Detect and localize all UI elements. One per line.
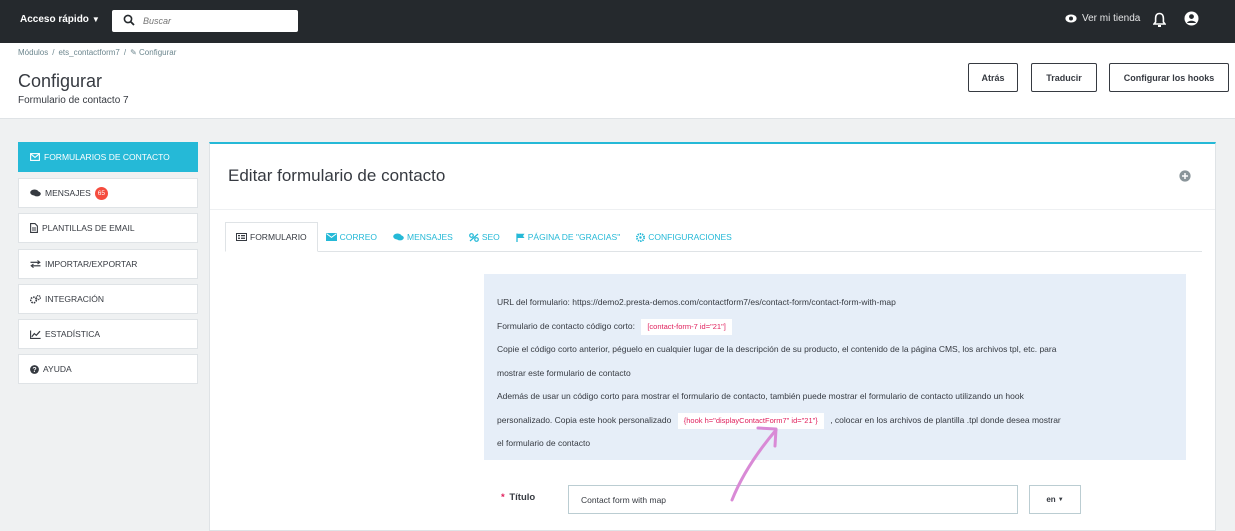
shortcode-value[interactable]: [contact-form-7 id="21"] xyxy=(641,318,732,335)
tab-label: MENSAJES xyxy=(406,232,453,242)
breadcrumb-modules[interactable]: Módulos xyxy=(18,48,48,57)
eye-icon xyxy=(1065,14,1077,23)
language-dropdown[interactable]: en ▼ xyxy=(1029,485,1081,514)
flag-icon xyxy=(516,233,525,242)
hook-text-post: , colocar en los archivos de plantilla .… xyxy=(830,414,1061,425)
breadcrumb-current: ✎ Configurar xyxy=(130,48,176,57)
breadcrumb-separator: / xyxy=(52,48,55,57)
page-header: Módulos / ets_contactform7 / ✎ Configura… xyxy=(0,43,1235,119)
tab-label: PÁGINA DE "GRACIAS" xyxy=(527,232,621,242)
top-bar: Acceso rápido▼ Ver mi tienda xyxy=(0,0,1235,43)
tab-label: CORREO xyxy=(339,232,377,242)
envelope-icon xyxy=(30,153,40,161)
tab-thank-you-page[interactable]: PÁGINA DE "GRACIAS" xyxy=(508,222,628,252)
search-icon[interactable] xyxy=(123,14,135,26)
page-title: Configurar xyxy=(18,71,103,91)
copy-instruction-line: Copie el código corto anterior, péguelo … xyxy=(497,344,1057,354)
form-tabs: FORMULARIO CORREO MENSAJES SEO PÁGINA DE… xyxy=(225,222,1202,252)
sidebar-item-label: PLANTILLAS DE EMAIL xyxy=(42,223,135,233)
wrench-icon: ✎ xyxy=(130,48,137,57)
title-label-text: Título xyxy=(509,492,536,503)
required-mark: * xyxy=(501,492,505,503)
shortcode-info-box: URL del formulario: https://demo2.presta… xyxy=(484,274,1186,460)
cogs-icon xyxy=(30,294,41,304)
tab-label: CONFIGURACIONES xyxy=(648,232,732,242)
caret-down-icon: ▼ xyxy=(91,15,100,24)
svg-text:?: ? xyxy=(32,367,36,374)
gear-icon xyxy=(636,232,646,242)
breadcrumb: Módulos / ets_contactform7 / ✎ Configura… xyxy=(18,48,176,57)
panel-divider xyxy=(210,209,1215,210)
breadcrumb-current-label: Configurar xyxy=(139,48,177,57)
caret-down-icon: ▼ xyxy=(1057,496,1064,503)
tab-form[interactable]: FORMULARIO xyxy=(225,222,318,252)
sidebar-item-help[interactable]: ? AYUDA xyxy=(18,354,198,384)
translate-button[interactable]: Traducir xyxy=(1031,63,1097,92)
tab-label: SEO xyxy=(481,232,500,242)
language-code: en xyxy=(1046,495,1056,504)
form-url-label: URL del formulario: xyxy=(497,297,570,307)
envelope-icon xyxy=(325,233,337,241)
back-button[interactable]: Atrás xyxy=(968,63,1018,92)
edit-contact-form-panel: Editar formulario de contacto FORMULARIO… xyxy=(209,142,1216,531)
question-icon: ? xyxy=(30,364,39,374)
tab-settings[interactable]: CONFIGURACIONES xyxy=(628,222,740,252)
sidebar-item-messages[interactable]: MENSAJES 65 xyxy=(18,178,198,208)
tab-label: FORMULARIO xyxy=(250,232,307,242)
search-box xyxy=(112,10,298,32)
sidebar-item-email-templates[interactable]: PLANTILLAS DE EMAIL xyxy=(18,213,198,243)
page-subtitle: Formulario de contacto 7 xyxy=(18,95,129,106)
copy-instruction-line: mostrar este formulario de contacto xyxy=(497,367,631,378)
tab-seo[interactable]: SEO xyxy=(461,222,508,252)
configure-hooks-button[interactable]: Configurar los hooks xyxy=(1109,63,1229,92)
search-input[interactable] xyxy=(143,13,288,29)
sidebar-item-label: ESTADÍSTICA xyxy=(45,329,101,339)
breadcrumb-module[interactable]: ets_contactform7 xyxy=(58,48,119,57)
user-icon[interactable] xyxy=(1184,11,1199,26)
hook-instruction-line: Además de usar un código corto para most… xyxy=(497,391,1024,401)
annotation-arrow-icon xyxy=(730,426,778,502)
hook-instruction-line: personalizado. Copia este hook personali… xyxy=(497,409,1173,433)
sidebar-item-label: AYUDA xyxy=(43,364,72,374)
sidebar-item-label: MENSAJES xyxy=(45,188,91,198)
tab-mail[interactable]: CORREO xyxy=(318,222,385,252)
bell-icon[interactable] xyxy=(1153,12,1166,28)
shortcode-line: Formulario de contacto código corto: [co… xyxy=(497,315,1173,339)
title-field-label: * Título xyxy=(501,492,535,503)
sidebar-item-import-export[interactable]: IMPORTAR/EXPORTAR xyxy=(18,249,198,279)
panel-title: Editar formulario de contacto xyxy=(228,166,446,185)
sidebar-item-statistics[interactable]: ESTADÍSTICA xyxy=(18,319,198,349)
list-icon xyxy=(236,233,247,241)
link-icon xyxy=(468,232,479,242)
sidebar-item-label: FORMULARIOS DE CONTACTO xyxy=(44,152,170,162)
plus-circle-icon[interactable] xyxy=(1179,170,1191,182)
exchange-icon xyxy=(30,260,41,268)
sidebar-item-contact-forms[interactable]: FORMULARIOS DE CONTACTO xyxy=(18,142,198,172)
view-store-link[interactable]: Ver mi tienda xyxy=(1065,13,1140,24)
line-chart-icon xyxy=(30,330,41,339)
sidebar-item-integration[interactable]: INTEGRACIÓN xyxy=(18,284,198,314)
hook-text-pre: personalizado. Copia este hook personali… xyxy=(497,414,672,425)
comments-icon xyxy=(393,233,404,241)
quick-access-menu[interactable]: Acceso rápido ▼ xyxy=(20,14,100,25)
messages-count-badge: 65 xyxy=(94,186,108,200)
quick-access-label: Acceso rápido xyxy=(20,14,89,25)
comments-icon xyxy=(30,189,41,197)
form-url[interactable]: https://demo2.presta-demos.com/contactfo… xyxy=(572,297,896,307)
file-icon xyxy=(30,223,38,233)
hook-instruction-line: el formulario de contacto xyxy=(497,438,591,448)
view-store-label: Ver mi tienda xyxy=(1082,13,1141,24)
sidebar-item-label: IMPORTAR/EXPORTAR xyxy=(45,259,138,269)
tab-messages[interactable]: MENSAJES xyxy=(385,222,461,252)
breadcrumb-separator: / xyxy=(123,48,127,57)
sidebar-item-label: INTEGRACIÓN xyxy=(45,294,105,304)
shortcode-label: Formulario de contacto código corto: xyxy=(497,320,635,331)
form-url-line: URL del formulario: https://demo2.presta… xyxy=(497,291,1173,315)
